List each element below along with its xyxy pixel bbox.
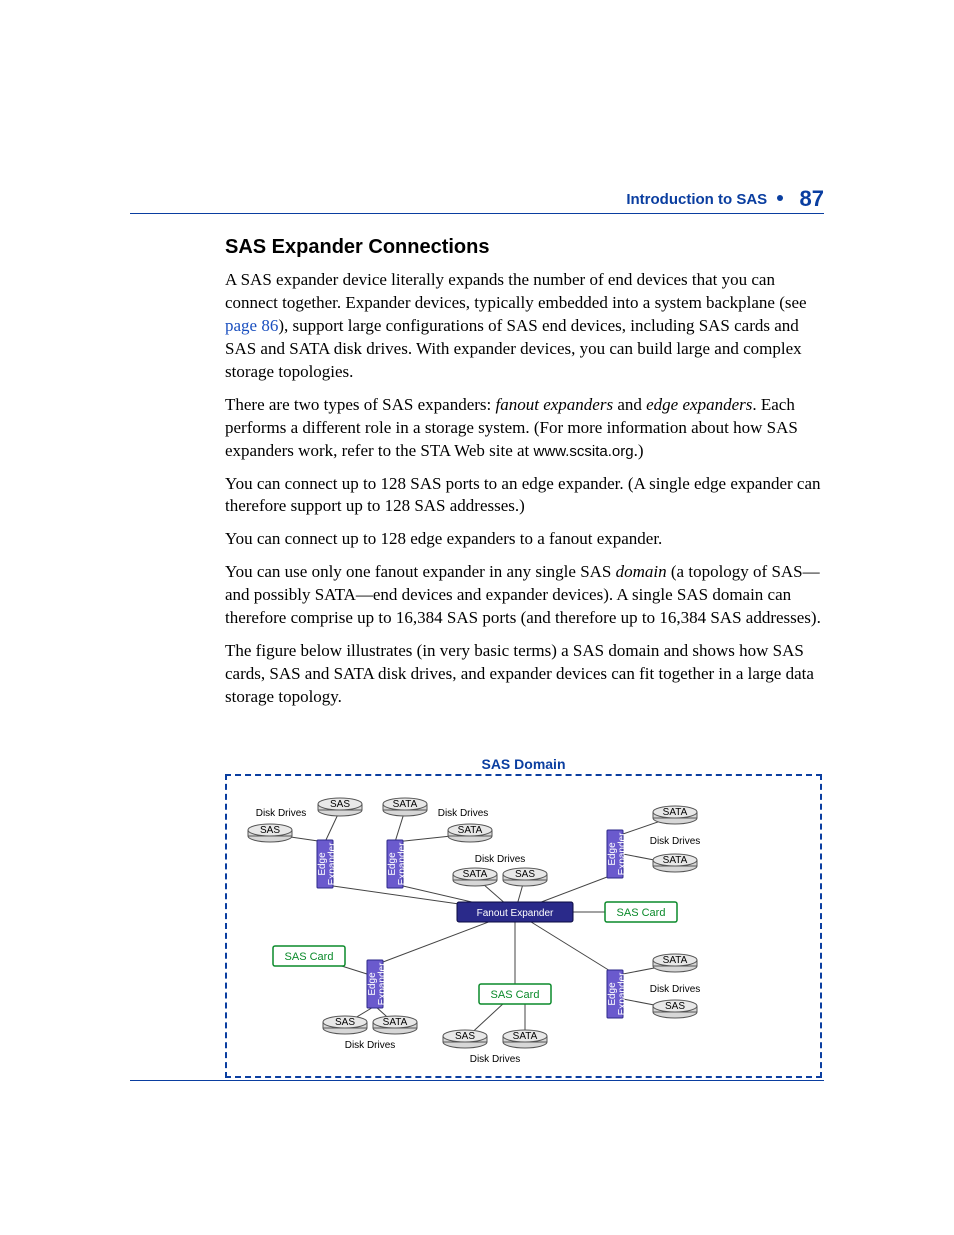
svg-text:SAS: SAS (330, 799, 350, 810)
disk-drives-label-tl: Disk Drives (256, 808, 307, 819)
sas-card-right: SAS Card (605, 902, 677, 922)
drive-sata-rt1: SATA (653, 806, 697, 824)
svg-text:SAS: SAS (665, 1001, 685, 1012)
edge-expander-3: EdgeExpander (367, 960, 388, 1008)
sas-card-left: SAS Card (273, 946, 345, 966)
svg-text:SATA: SATA (458, 825, 483, 836)
drive-sas-mid: SAS (503, 868, 547, 886)
drive-sas-bl1: SAS (323, 1016, 367, 1034)
running-header: Introduction to SAS 87 (626, 186, 824, 212)
paragraph-3: You can connect up to 128 SAS ports to a… (225, 473, 824, 519)
header-rule (130, 213, 824, 214)
svg-text:SATA: SATA (383, 1017, 408, 1028)
header-text: Introduction to SAS (626, 191, 767, 208)
paragraph-6: The figure below illustrates (in very ba… (225, 640, 824, 709)
disk-drives-label-bc: Disk Drives (470, 1054, 521, 1065)
page: Introduction to SAS 87 SAS Expander Conn… (0, 0, 954, 1235)
svg-text:SAS Card: SAS Card (285, 951, 334, 963)
page-number: 87 (800, 186, 824, 211)
drive-sata-mid: SATA (453, 868, 497, 886)
drive-sata-bl1: SATA (373, 1016, 417, 1034)
edge-expander-4: EdgeExpander (607, 830, 628, 878)
edge-expander-2: EdgeExpander (387, 840, 408, 888)
disk-drives-label-mid: Disk Drives (475, 854, 526, 865)
sas-card-bottom: SAS Card (479, 984, 551, 1004)
svg-text:SATA: SATA (663, 855, 688, 866)
figure-svg: Fanout Expander EdgeExpander EdgeExpande… (225, 774, 822, 1078)
svg-text:SAS: SAS (515, 869, 535, 880)
paragraph-1: A SAS expander device literally expands … (225, 269, 824, 384)
svg-text:SAS Card: SAS Card (491, 989, 540, 1001)
figure-title: SAS Domain (225, 756, 822, 772)
disk-drives-label-tl2: Disk Drives (438, 808, 489, 819)
drive-sata-tl2: SATA (448, 824, 492, 842)
svg-text:SATA: SATA (663, 807, 688, 818)
drive-sata-rt2: SATA (653, 854, 697, 872)
svg-text:SATA: SATA (513, 1031, 538, 1042)
paragraph-2: There are two types of SAS expanders: fa… (225, 394, 824, 463)
svg-text:SATA: SATA (393, 799, 418, 810)
paragraph-4: You can connect up to 128 edge expanders… (225, 528, 824, 551)
drive-sata-tl1: SATA (383, 798, 427, 816)
drive-sas-tl2: SAS (248, 824, 292, 842)
header-bullet-icon (777, 195, 783, 201)
drive-sas-bc1: SAS (443, 1030, 487, 1048)
drive-sata-bc1: SATA (503, 1030, 547, 1048)
drive-sas-rb2: SAS (653, 1000, 697, 1018)
disk-drives-label-bl: Disk Drives (345, 1040, 396, 1051)
paragraph-5: You can use only one fanout expander in … (225, 561, 824, 630)
edge-expander-1: EdgeExpander (317, 840, 338, 888)
fanout-expander: Fanout Expander (457, 902, 573, 922)
page-link[interactable]: page 86 (225, 316, 278, 335)
svg-text:SATA: SATA (663, 955, 688, 966)
svg-text:SATA: SATA (463, 869, 488, 880)
svg-text:SAS: SAS (455, 1031, 475, 1042)
svg-text:SAS: SAS (335, 1017, 355, 1028)
disk-drives-label-rb: Disk Drives (650, 984, 701, 995)
svg-text:SAS: SAS (260, 825, 280, 836)
disk-drives-label-rt: Disk Drives (650, 836, 701, 847)
footer-rule (130, 1080, 824, 1081)
fanout-label: Fanout Expander (477, 908, 554, 919)
svg-text:SAS Card: SAS Card (617, 907, 666, 919)
figure-sas-domain: SAS Domain (225, 756, 822, 1078)
edge-expander-5: EdgeExpander (607, 970, 628, 1018)
drive-sata-rb1: SATA (653, 954, 697, 972)
section-heading: SAS Expander Connections (225, 236, 824, 259)
drive-sas-tl1: SAS (318, 798, 362, 816)
